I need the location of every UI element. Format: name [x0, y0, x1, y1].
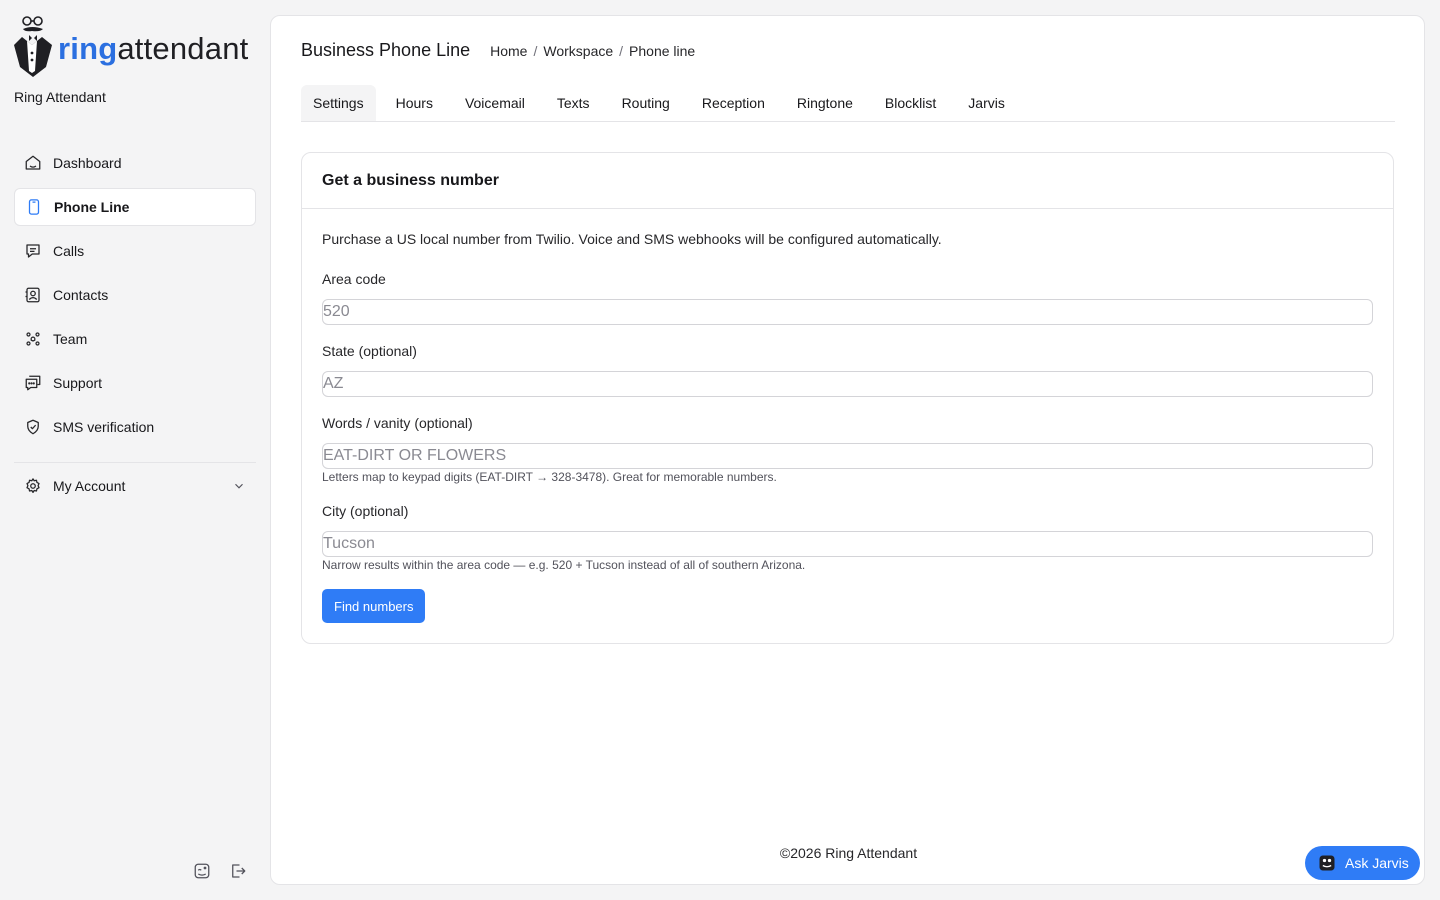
- ask-jarvis-label: Ask Jarvis: [1345, 855, 1409, 871]
- sidebar-item-label: Phone Line: [54, 199, 130, 215]
- sidebar-item-team[interactable]: Team: [14, 320, 256, 358]
- chevron-down-icon: [232, 479, 246, 493]
- logo-wordmark: ringattendant: [58, 31, 248, 67]
- tab-ringtone[interactable]: Ringtone: [785, 85, 865, 121]
- city-hint: Narrow results within the area code — e.…: [322, 558, 806, 572]
- sidebar-item-contacts[interactable]: Contacts: [14, 276, 256, 314]
- tab-settings[interactable]: Settings: [301, 85, 376, 121]
- tab-bar: Settings Hours Voicemail Texts Routing R…: [301, 85, 1395, 122]
- logo-attendant-text: attendant: [117, 31, 249, 66]
- phone-device-icon: [25, 198, 43, 216]
- chat-bubble-icon: [24, 374, 42, 392]
- app-root: ringattendant Ring Attendant Dashboard P…: [0, 0, 1440, 900]
- tab-reception[interactable]: Reception: [690, 85, 777, 121]
- contact-card-icon: [24, 286, 42, 304]
- logout-icon[interactable]: [229, 862, 247, 880]
- sidebar-footer: [193, 862, 247, 880]
- page-title: Business Phone Line: [301, 40, 471, 60]
- state-label: State (optional): [322, 343, 417, 359]
- city-label: City (optional): [322, 503, 409, 519]
- tab-hours[interactable]: Hours: [384, 85, 445, 121]
- area-code-input[interactable]: [322, 299, 1373, 325]
- state-input[interactable]: [322, 371, 1373, 397]
- sidebar-item-label: Contacts: [53, 287, 109, 303]
- breadcrumb-separator: /: [619, 43, 624, 59]
- brand-name: Ring Attendant: [14, 89, 106, 105]
- vanity-label: Words / vanity (optional): [322, 415, 473, 431]
- breadcrumb: Home / Workspace / Phone line: [490, 43, 695, 59]
- tab-jarvis[interactable]: Jarvis: [956, 85, 1017, 121]
- vanity-input[interactable]: [322, 443, 1373, 469]
- tab-voicemail[interactable]: Voicemail: [453, 85, 537, 121]
- area-code-label: Area code: [322, 271, 386, 287]
- team-icon: [24, 330, 42, 348]
- logo-ring-text: ring: [58, 31, 118, 66]
- tab-texts[interactable]: Texts: [545, 85, 602, 121]
- account-menu: My Account: [14, 467, 256, 511]
- sidebar-item-label: Team: [53, 331, 88, 347]
- shield-check-icon: [24, 418, 42, 436]
- breadcrumb-separator: /: [533, 43, 538, 59]
- breadcrumb-workspace[interactable]: Workspace: [543, 43, 613, 59]
- page-header: Business Phone Line Home / Workspace / P…: [301, 40, 695, 61]
- sidebar-item-label: My Account: [53, 478, 126, 494]
- find-numbers-button[interactable]: Find numbers: [322, 589, 426, 623]
- tab-blocklist[interactable]: Blocklist: [873, 85, 948, 121]
- butler-logo-icon: [12, 15, 54, 79]
- main-panel: Business Phone Line Home / Workspace / P…: [270, 15, 1425, 885]
- breadcrumb-home[interactable]: Home: [490, 43, 527, 59]
- sidebar-item-calls[interactable]: Calls: [14, 232, 256, 270]
- sidebar-item-support[interactable]: Support: [14, 364, 256, 402]
- sidebar-item-my-account[interactable]: My Account: [14, 467, 256, 505]
- sidebar-item-label: SMS verification: [53, 419, 155, 435]
- sidebar-nav: Dashboard Phone Line Calls Contacts Team…: [14, 144, 256, 452]
- logo[interactable]: ringattendant: [12, 14, 262, 80]
- sidebar: ringattendant Ring Attendant Dashboard P…: [0, 0, 270, 900]
- card-title: Get a business number: [302, 153, 1393, 209]
- butler-face-icon: [1317, 853, 1337, 873]
- business-number-card: Get a business number Purchase a US loca…: [301, 152, 1394, 644]
- profile-card-icon[interactable]: [193, 862, 211, 880]
- home-icon: [24, 154, 42, 172]
- vanity-hint: Letters map to keypad digits (EAT-DIRT →…: [322, 470, 777, 484]
- sidebar-item-label: Calls: [53, 243, 85, 259]
- sidebar-item-dashboard[interactable]: Dashboard: [14, 144, 256, 182]
- tab-routing[interactable]: Routing: [610, 85, 682, 121]
- sidebar-item-phone-line[interactable]: Phone Line: [14, 188, 256, 226]
- city-input[interactable]: [322, 531, 1373, 557]
- card-description: Purchase a US local number from Twilio. …: [322, 231, 942, 247]
- footer-copyright: ©2026 Ring Attendant: [779, 845, 918, 861]
- gear-icon: [24, 477, 42, 495]
- sidebar-item-label: Support: [53, 375, 103, 391]
- sidebar-item-sms-verification[interactable]: SMS verification: [14, 408, 256, 446]
- breadcrumb-phone-line: Phone line: [629, 43, 696, 59]
- sidebar-item-label: Dashboard: [53, 155, 122, 171]
- ask-jarvis-button[interactable]: Ask Jarvis: [1305, 846, 1420, 880]
- sidebar-divider: [14, 462, 256, 463]
- message-icon: [24, 242, 42, 260]
